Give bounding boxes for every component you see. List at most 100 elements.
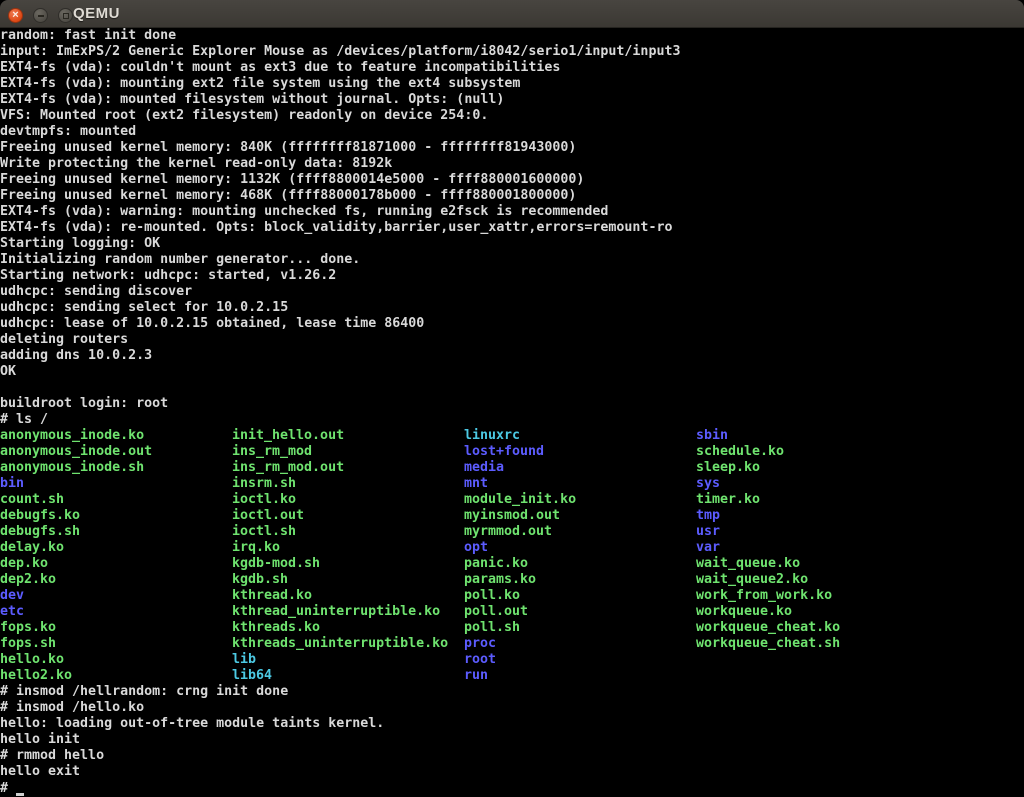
terminal-line: input: ImExPS/2 Generic Explorer Mouse a… — [0, 44, 1024, 60]
terminal-line: EXT4-fs (vda): couldn't mount as ext3 du… — [0, 60, 1024, 76]
terminal-line: random: fast init done — [0, 28, 1024, 44]
file-entry: kgdb-mod.sh — [232, 556, 464, 572]
file-entry: lib64 — [232, 668, 464, 684]
ls-row: hello.kolibroot — [0, 652, 1024, 668]
terminal-line: EXT4-fs (vda): warning: mounting uncheck… — [0, 204, 1024, 220]
file-entry: bin — [0, 476, 232, 492]
maximize-icon — [63, 13, 69, 19]
close-button[interactable]: × — [8, 8, 23, 23]
file-entry: panic.ko — [464, 556, 696, 572]
file-entry: init_hello.out — [232, 428, 464, 444]
terminal-line: deleting routers — [0, 332, 1024, 348]
ls-row: devkthread.kopoll.kowork_from_work.ko — [0, 588, 1024, 604]
ls-row: fops.kokthreads.kopoll.shworkqueue_cheat… — [0, 620, 1024, 636]
terminal-line: Freeing unused kernel memory: 840K (ffff… — [0, 140, 1024, 156]
terminal-line: # ls / — [0, 412, 1024, 428]
terminal-line: OK — [0, 364, 1024, 380]
file-entry: module_init.ko — [464, 492, 696, 508]
file-entry: ioctl.sh — [232, 524, 464, 540]
ls-row: anonymous_inode.shins_rm_mod.outmediasle… — [0, 460, 1024, 476]
terminal-line: EXT4-fs (vda): mounting ext2 file system… — [0, 76, 1024, 92]
close-icon: × — [12, 10, 18, 21]
terminal-line: hello init — [0, 732, 1024, 748]
terminal-line: Initializing random number generator... … — [0, 252, 1024, 268]
file-entry: kthread.ko — [232, 588, 464, 604]
file-entry: kthreads_uninterruptible.ko — [232, 636, 464, 652]
file-entry: opt — [464, 540, 696, 556]
ls-row: fops.shkthreads_uninterruptible.koprocwo… — [0, 636, 1024, 652]
terminal-line: devtmpfs: mounted — [0, 124, 1024, 140]
terminal-line — [0, 380, 1024, 396]
ls-row: dep2.kokgdb.shparams.kowait_queue2.ko — [0, 572, 1024, 588]
terminal-line: Freeing unused kernel memory: 468K (ffff… — [0, 188, 1024, 204]
terminal-line: VFS: Mounted root (ext2 filesystem) read… — [0, 108, 1024, 124]
terminal-line: hello exit — [0, 764, 1024, 780]
file-entry: usr — [696, 524, 928, 540]
file-entry: sbin — [696, 428, 928, 444]
terminal-line: Starting network: udhcpc: started, v1.26… — [0, 268, 1024, 284]
file-entry: hello2.ko — [0, 668, 232, 684]
file-entry: var — [696, 540, 928, 556]
terminal-line: # insmod /hello.ko — [0, 700, 1024, 716]
terminal-line: Freeing unused kernel memory: 1132K (fff… — [0, 172, 1024, 188]
file-entry: dev — [0, 588, 232, 604]
file-entry: debugfs.ko — [0, 508, 232, 524]
terminal-line: buildroot login: root — [0, 396, 1024, 412]
terminal-line: adding dns 10.0.2.3 — [0, 348, 1024, 364]
file-entry: fops.sh — [0, 636, 232, 652]
terminal-line: # rmmod hello — [0, 748, 1024, 764]
file-entry: myrmmod.out — [464, 524, 696, 540]
file-entry: media — [464, 460, 696, 476]
file-entry: schedule.ko — [696, 444, 928, 460]
file-entry: debugfs.sh — [0, 524, 232, 540]
ls-row: hello2.kolib64run — [0, 668, 1024, 684]
terminal-line: Write protecting the kernel read-only da… — [0, 156, 1024, 172]
ls-row: delay.koirq.kooptvar — [0, 540, 1024, 556]
file-entry: fops.ko — [0, 620, 232, 636]
minimize-icon — [38, 15, 44, 17]
ls-row: debugfs.koioctl.outmyinsmod.outtmp — [0, 508, 1024, 524]
file-entry: root — [464, 652, 696, 668]
ls-row: count.shioctl.komodule_init.kotimer.ko — [0, 492, 1024, 508]
file-entry: timer.ko — [696, 492, 928, 508]
ls-row: etckthread_uninterruptible.kopoll.outwor… — [0, 604, 1024, 620]
file-entry: insrm.sh — [232, 476, 464, 492]
ls-row: anonymous_inode.outins_rm_modlost+founds… — [0, 444, 1024, 460]
terminal-line: udhcpc: sending discover — [0, 284, 1024, 300]
file-entry: ioctl.out — [232, 508, 464, 524]
file-entry: lost+found — [464, 444, 696, 460]
file-entry: poll.sh — [464, 620, 696, 636]
window-titlebar: × QEMU — [0, 0, 1024, 28]
maximize-button[interactable] — [58, 8, 73, 23]
terminal-line: udhcpc: sending select for 10.0.2.15 — [0, 300, 1024, 316]
file-entry: sleep.ko — [696, 460, 928, 476]
terminal-line: hello: loading out-of-tree module taints… — [0, 716, 1024, 732]
file-entry: count.sh — [0, 492, 232, 508]
file-entry: kgdb.sh — [232, 572, 464, 588]
minimize-button[interactable] — [33, 8, 48, 23]
file-entry: work_from_work.ko — [696, 588, 928, 604]
file-entry: etc — [0, 604, 232, 620]
terminal-screen[interactable]: random: fast init doneinput: ImExPS/2 Ge… — [0, 28, 1024, 796]
file-entry: irq.ko — [232, 540, 464, 556]
terminal-line: EXT4-fs (vda): re-mounted. Opts: block_v… — [0, 220, 1024, 236]
terminal-line: # insmod /hellrandom: crng init done — [0, 684, 1024, 700]
file-entry: hello.ko — [0, 652, 232, 668]
file-entry: anonymous_inode.ko — [0, 428, 232, 444]
ls-row: debugfs.shioctl.shmyrmmod.outusr — [0, 524, 1024, 540]
file-entry: mnt — [464, 476, 696, 492]
file-entry: dep.ko — [0, 556, 232, 572]
ls-row: dep.kokgdb-mod.shpanic.kowait_queue.ko — [0, 556, 1024, 572]
file-entry: delay.ko — [0, 540, 232, 556]
file-entry: dep2.ko — [0, 572, 232, 588]
file-entry: ins_rm_mod.out — [232, 460, 464, 476]
file-entry: kthread_uninterruptible.ko — [232, 604, 464, 620]
file-entry: params.ko — [464, 572, 696, 588]
file-entry: ioctl.ko — [232, 492, 464, 508]
file-entry: kthreads.ko — [232, 620, 464, 636]
file-entry: lib — [232, 652, 464, 668]
file-entry: run — [464, 668, 696, 684]
file-entry: ins_rm_mod — [232, 444, 464, 460]
file-entry: workqueue.ko — [696, 604, 928, 620]
text-cursor — [16, 780, 24, 796]
